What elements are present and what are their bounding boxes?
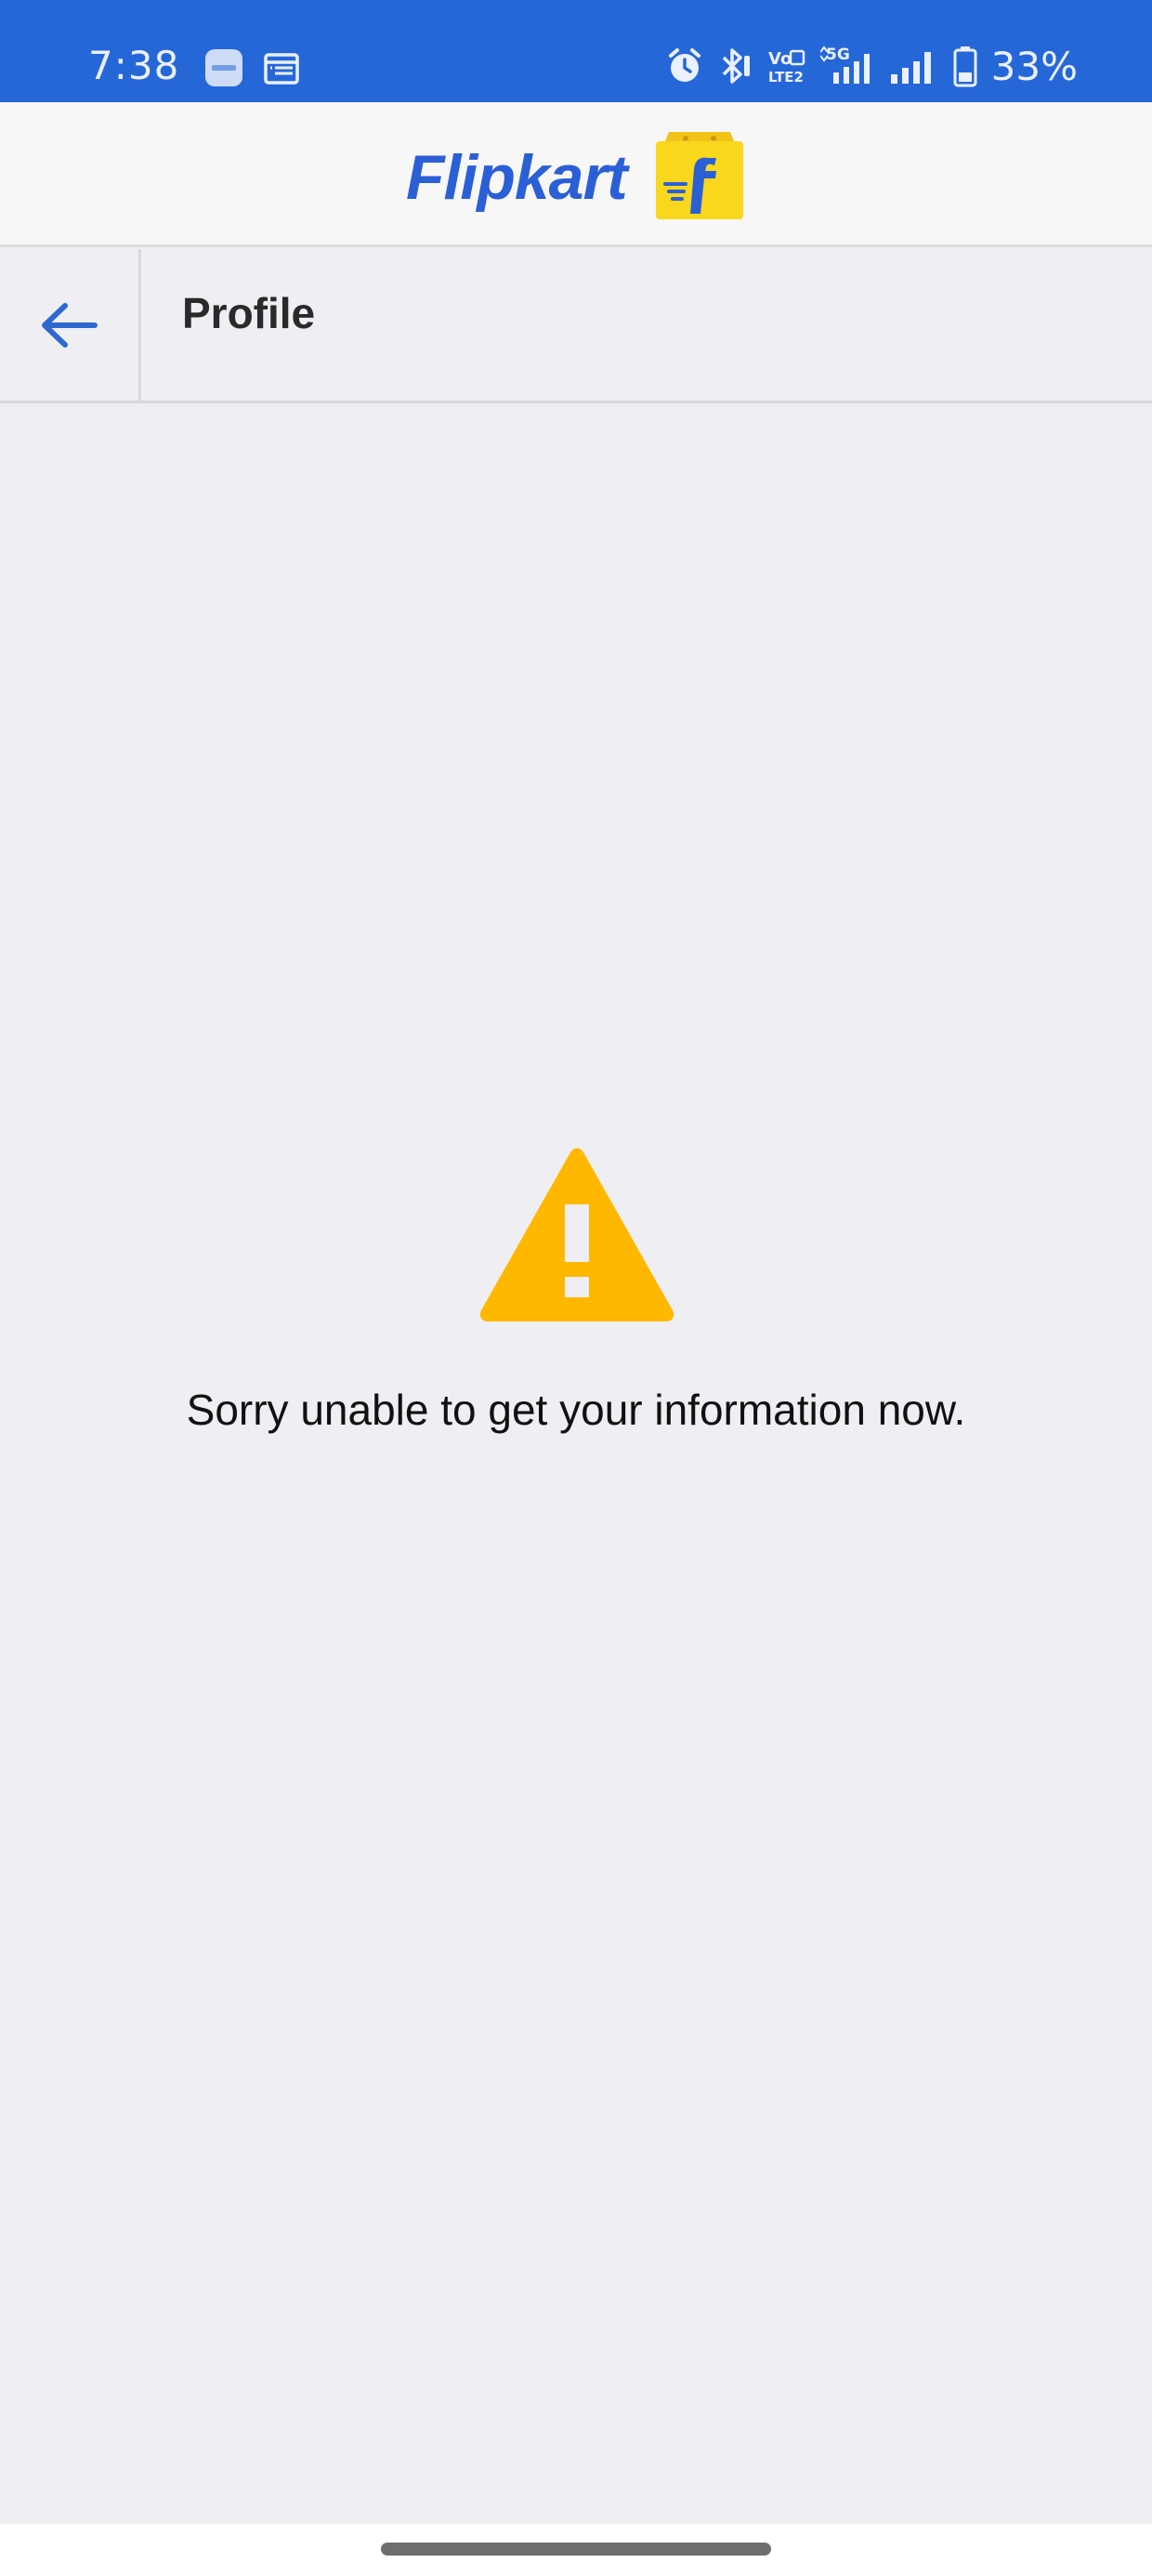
alarm-icon xyxy=(668,48,700,82)
calendar-app-icon xyxy=(264,53,299,85)
battery-icon xyxy=(953,46,977,87)
svg-text:LTE2: LTE2 xyxy=(768,69,804,85)
5g-signal-icon: 5G xyxy=(819,46,870,84)
arrow-left-icon xyxy=(41,303,98,348)
signal-icon xyxy=(890,52,931,84)
brand-name: Flipkart xyxy=(406,142,628,213)
gesture-nav-bar xyxy=(0,2524,1152,2576)
status-indicators: Vo LTE2 5G 33% xyxy=(666,43,1078,89)
status-time: 7:38 xyxy=(88,43,180,88)
page-title: Profile xyxy=(182,289,316,337)
svg-text:Vo: Vo xyxy=(768,49,792,69)
home-indicator[interactable] xyxy=(381,2543,771,2556)
zomato-app-icon xyxy=(205,49,242,86)
back-button[interactable] xyxy=(0,249,141,401)
brand-header: Flipkart xyxy=(0,102,1152,247)
status-bar: 7:38 Vo LTE2 5G 33% xyxy=(0,0,1152,102)
battery-percentage: 33% xyxy=(990,43,1078,89)
svg-text:5G: 5G xyxy=(826,46,850,64)
bluetooth-icon xyxy=(722,48,750,84)
volte-icon: Vo LTE2 xyxy=(768,49,805,85)
error-message: Sorry unable to get your information now… xyxy=(186,1386,966,1434)
flipkart-logo-icon xyxy=(656,132,743,219)
warning-icon xyxy=(479,1148,674,1321)
title-bar: Profile xyxy=(0,249,1152,403)
